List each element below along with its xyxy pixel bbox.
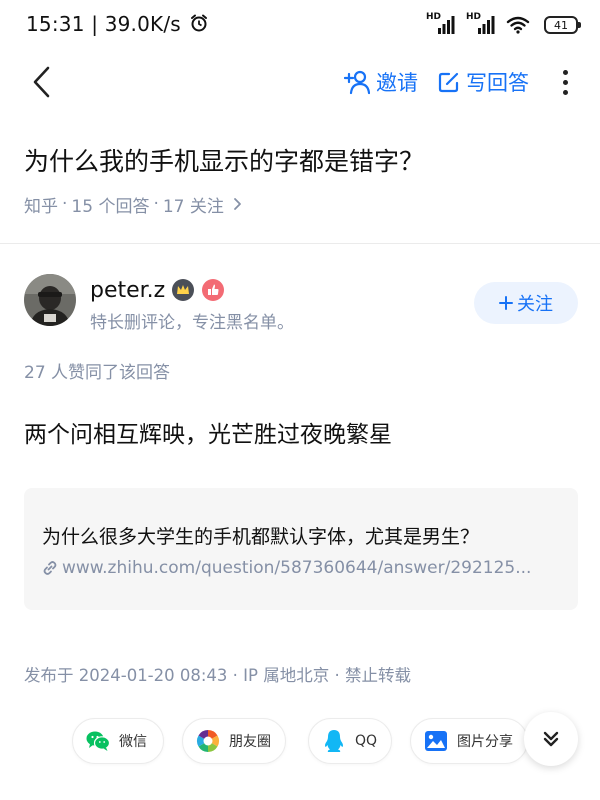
author-name[interactable]: peter.z [90,278,165,303]
wifi-icon [506,16,530,34]
vote-count-text: 27 人赞同了该回答 [24,363,171,383]
share-image-label: 图片分享 [457,734,513,750]
back-button[interactable] [22,62,62,102]
section-divider [0,243,600,244]
answer-count: 15 个回答 [71,196,150,217]
question-title[interactable]: 为什么我的手机显示的字都是错字？ [24,142,576,182]
chevron-left-icon [33,66,50,98]
link-card-title: 为什么很多大学生的手机都默认字体，尤其是男生？ [42,526,480,548]
edit-icon [438,72,459,93]
status-bar: 15:31 | 39.0K/s HD HD 41 [0,0,600,52]
more-vertical-icon [562,69,568,75]
share-moments-label: 朋友圈 [229,734,271,750]
status-time-speed: 15:31 | 39.0K/s [26,12,209,36]
medal-badge-icon[interactable] [202,279,224,301]
share-wechat-button[interactable]: 微信 [72,718,164,764]
add-user-icon [344,70,370,95]
link-card-url: www.zhihu.com/question/587360644/answer/… [42,556,562,580]
share-wechat-label: 微信 [119,734,147,750]
more-vertical-icon-dot [562,79,568,85]
write-answer-label: 写回答 [466,71,529,95]
follow-button[interactable]: 关注 [474,282,578,324]
meta-separator: · [62,194,68,214]
more-options-button[interactable] [552,66,578,98]
clock-time: 15:31 [26,12,85,36]
hd-label: HD [426,12,442,22]
link-card[interactable]: 为什么很多大学生的手机都默认字体，尤其是男生？ www.zhihu.com/qu… [24,488,578,610]
more-vertical-icon-dot [562,89,568,95]
invite-label: 邀请 [376,71,418,95]
network-speed: 39.0K/s [104,12,181,36]
question-meta[interactable]: 知乎 · 15 个回答 · 17 关注 [24,190,242,218]
share-moments-button[interactable]: 朋友圈 [182,718,286,764]
publish-info: 发布于 2024-01-20 08:43 · IP 属地北京 · 禁止转载 [24,666,411,685]
meta-separator: · [153,194,159,214]
user-avatar-image [24,274,76,326]
link-url-text: www.zhihu.com/question/587360644/answer/… [62,558,532,578]
battery-icon: 41 [544,16,581,34]
top-nav-bar: 邀请 写回答 [0,52,600,112]
share-image-button[interactable]: 图片分享 [410,718,528,764]
avatar[interactable] [24,274,76,326]
moments-icon [197,730,219,752]
alarm-clock-icon [191,14,208,32]
share-qq-button[interactable]: QQ [308,718,392,764]
hd-label: HD [466,12,482,22]
signal-icon: HD [466,12,496,36]
write-answer-button[interactable]: 写回答 [438,66,529,98]
qq-icon [325,730,343,752]
answer-content: 两个问相互辉映，光芒胜过夜晚繁星 [24,422,392,448]
status-right: HD HD 41 [426,12,581,38]
chevron-right-icon [234,198,241,210]
status-divider: | [91,12,105,36]
follow-label: 关注 [517,294,553,315]
author-bio: 特长删评论，专注黑名单。 [90,313,294,333]
signal-icon: HD [426,12,456,36]
invite-button[interactable]: 邀请 [344,66,418,98]
plus-icon [499,296,513,310]
link-icon [43,561,57,575]
image-icon [425,731,447,751]
question-source: 知乎 [24,196,58,217]
collapse-button[interactable] [524,712,578,766]
double-chevron-down-icon [543,731,559,747]
crown-badge-icon[interactable] [172,279,194,301]
battery-level: 41 [554,18,568,32]
follower-count: 17 关注 [162,196,224,217]
share-qq-label: QQ [355,733,378,749]
wechat-icon [86,731,111,751]
